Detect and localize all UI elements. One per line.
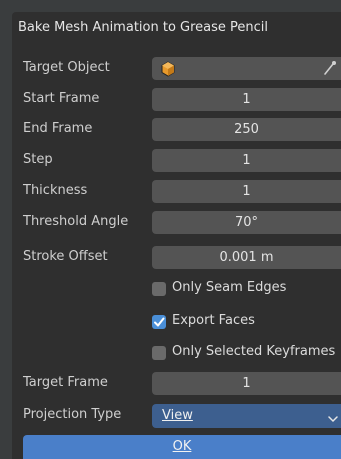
- threshold-angle-row: Threshold Angle 70°: [0, 211, 341, 235]
- stroke-offset-field[interactable]: 0.001 m: [152, 246, 341, 269]
- target-object-row: Target Object: [0, 57, 341, 81]
- start-frame-label: Start Frame: [23, 91, 100, 106]
- ok-button[interactable]: OK: [23, 435, 341, 459]
- export-faces-label: Export Faces: [172, 313, 255, 328]
- target-frame-field[interactable]: 1: [152, 372, 341, 395]
- projection-type-row: Projection Type View: [0, 404, 341, 428]
- only-selected-keyframes-label: Only Selected Keyframes: [172, 344, 336, 359]
- only-selected-keyframes-box[interactable]: [152, 346, 166, 360]
- chevron-down-icon: [328, 412, 338, 427]
- step-label: Step: [23, 152, 53, 167]
- stroke-offset-label: Stroke Offset: [23, 249, 108, 264]
- only-seam-edges-box[interactable]: [152, 282, 166, 296]
- target-object-field[interactable]: [152, 57, 341, 80]
- target-frame-label: Target Frame: [23, 375, 108, 390]
- start-frame-row: Start Frame 1: [0, 88, 341, 112]
- eyedropper-icon[interactable]: [323, 60, 337, 76]
- projection-type-label: Projection Type: [23, 407, 122, 422]
- thickness-label: Thickness: [23, 183, 88, 198]
- threshold-angle-field[interactable]: 70°: [152, 211, 341, 234]
- target-frame-row: Target Frame 1: [0, 372, 341, 396]
- target-object-label: Target Object: [23, 60, 110, 75]
- thickness-field[interactable]: 1: [152, 180, 341, 203]
- only-seam-edges-label: Only Seam Edges: [172, 280, 287, 295]
- step-row: Step 1: [0, 149, 341, 173]
- stroke-offset-row: Stroke Offset 0.001 m: [0, 246, 341, 270]
- projection-type-dropdown[interactable]: View: [152, 404, 341, 428]
- start-frame-field[interactable]: 1: [152, 88, 341, 111]
- object-cube-icon: [160, 61, 176, 77]
- end-frame-label: End Frame: [23, 121, 93, 136]
- end-frame-row: End Frame 250: [0, 118, 341, 142]
- projection-type-value: View: [162, 408, 193, 423]
- checkmark-icon: [154, 317, 165, 327]
- step-field[interactable]: 1: [152, 149, 341, 172]
- ok-button-label: OK: [172, 439, 192, 454]
- export-faces-box[interactable]: [152, 315, 166, 329]
- dialog-title: Bake Mesh Animation to Grease Pencil: [18, 20, 269, 35]
- threshold-angle-label: Threshold Angle: [23, 214, 129, 229]
- end-frame-field[interactable]: 250: [152, 118, 341, 141]
- thickness-row: Thickness 1: [0, 180, 341, 204]
